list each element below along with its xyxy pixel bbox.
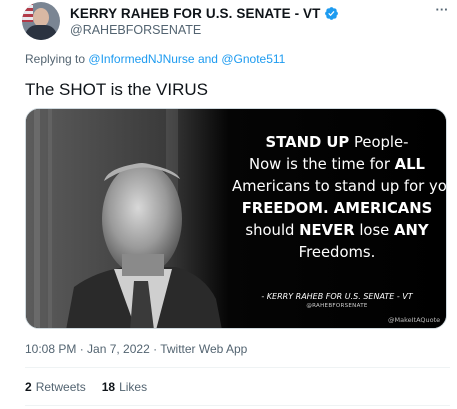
quote-text: STAND UP People- Now is the time for ALL… <box>232 132 447 264</box>
divider <box>25 367 450 368</box>
likes-stat[interactable]: 18 Likes <box>102 379 147 395</box>
quote-line: STAND UP People- <box>265 134 409 151</box>
quote-attribution-handle: @RAHEBFORSENATE <box>306 303 368 309</box>
quote-line: Now is the time for ALL <box>249 156 425 173</box>
author-handle[interactable]: @RAHEBFORSENATE <box>70 22 201 38</box>
quote-line: FREEDOM. AMERICANS <box>241 200 433 217</box>
author-display-name[interactable]: KERRY RAHEB FOR U.S. SENATE - VT <box>70 6 320 21</box>
more-options-icon[interactable]: ··· <box>432 3 452 20</box>
verified-badge-icon <box>325 6 339 20</box>
quote-line: should NEVER lose ANY <box>245 222 429 239</box>
replying-to: Replying to @InformedNJNurse and @Gnote5… <box>25 51 285 67</box>
quote-line: Americans to stand up for your <box>232 178 447 195</box>
retweets-label: Retweets <box>35 380 86 394</box>
tweet: KERRY RAHEB FOR U.S. SENATE - VT @RAHEBF… <box>0 0 457 409</box>
tweet-image[interactable]: STAND UP People- Now is the time for ALL… <box>25 108 447 329</box>
tweet-text: The SHOT is the VIRUS <box>25 80 208 99</box>
quote-attribution: - KERRY RAHEB FOR U.S. SENATE - VT <box>261 292 413 301</box>
likes-count: 18 <box>101 380 116 394</box>
quote-line: Freedoms. <box>298 244 376 261</box>
mention-link[interactable]: @InformedNJNurse <box>88 52 194 66</box>
author-name-row[interactable]: KERRY RAHEB FOR U.S. SENATE - VT <box>70 4 339 22</box>
engagement-stats: 2 Retweets 18 Likes <box>25 379 163 395</box>
mention-joiner: and <box>197 52 218 66</box>
retweets-count: 2 <box>25 380 32 394</box>
image-watermark: @MakeItAQuote <box>388 316 441 324</box>
flag-graphic <box>22 2 33 22</box>
mention-link[interactable]: @Gnote511 <box>221 52 285 66</box>
divider <box>25 405 450 406</box>
tweet-timestamp[interactable]: 10:08 PM · Jan 7, 2022 · Twitter Web App <box>25 341 247 357</box>
retweets-stat[interactable]: 2 Retweets <box>25 379 86 395</box>
replying-to-prefix: Replying to <box>25 52 86 66</box>
likes-label: Likes <box>119 380 148 394</box>
author-avatar[interactable] <box>22 2 60 40</box>
